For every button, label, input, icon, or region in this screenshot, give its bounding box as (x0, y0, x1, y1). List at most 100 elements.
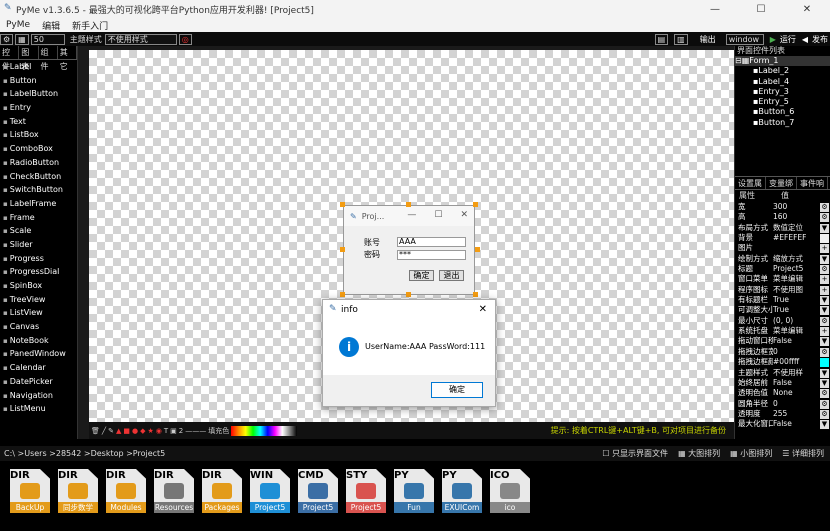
widget-item[interactable]: ▪ Navigation (0, 389, 77, 403)
info-close-button[interactable]: ✕ (479, 304, 487, 315)
property-action-button[interactable]: ▼ (820, 420, 829, 430)
ellipse-icon[interactable]: ● (132, 427, 138, 435)
form-exit-button[interactable]: 退出 (439, 270, 464, 281)
trash-icon[interactable]: 🗑 (91, 427, 100, 435)
property-value[interactable]: 菜单编辑 (773, 326, 820, 336)
property-row[interactable]: 布局方式 数值定位 ▼ (735, 223, 830, 233)
property-row[interactable]: 系统托盘 菜单编辑 + (735, 326, 830, 337)
file-item[interactable]: CMD Project5 (296, 469, 340, 513)
property-action-button[interactable]: ▼ (820, 337, 829, 347)
property-action-button[interactable]: ▼ (820, 296, 829, 306)
form-entry-account[interactable]: AAA (397, 237, 466, 247)
widget-item[interactable]: ▪ Canvas (0, 320, 77, 334)
table-icon[interactable]: ▥ (674, 33, 688, 45)
property-value[interactable]: 不使用样 (773, 368, 820, 378)
tab-charts[interactable]: 图表 (19, 46, 39, 71)
form-entry-password[interactable]: *** (397, 250, 466, 260)
property-action-button[interactable]: ⚙ (820, 213, 829, 223)
widget-item[interactable]: ▪ LabelFrame (0, 197, 77, 211)
widget-item[interactable]: ▪ ListBox (0, 128, 77, 142)
text-icon[interactable]: T (164, 427, 168, 435)
settings-icon[interactable]: ⚙ (0, 33, 14, 45)
property-action-button[interactable]: ▼ (820, 254, 829, 264)
property-action-button[interactable]: + (820, 285, 829, 295)
property-action-button[interactable]: + (820, 275, 829, 285)
details-option[interactable]: ☰ 详细排列 (782, 448, 824, 459)
file-item[interactable]: DIR Packages (200, 469, 244, 513)
property-row[interactable]: 背景 #EFEFEF (735, 233, 830, 244)
tree-root[interactable]: ⊟▦Form_1 (735, 56, 830, 67)
triangle-icon[interactable]: ▲ (116, 427, 121, 435)
tab-variables[interactable]: 变量绑 (766, 177, 797, 189)
property-row[interactable]: 透明度 255 ⚙ (735, 409, 830, 419)
property-row[interactable]: 拖拽边框颜色#00ffff (735, 357, 830, 368)
property-value[interactable]: (0, 0) (773, 316, 820, 326)
widget-item[interactable]: ▪ NoteBook (0, 334, 77, 348)
property-value[interactable]: 缩放方式 (773, 254, 820, 264)
tree-item[interactable]: ▪Label_4 (735, 77, 830, 87)
publish-button[interactable]: 发布 (812, 34, 828, 45)
tree-item[interactable]: ▪Entry_5 (735, 97, 830, 107)
menu-pyme[interactable]: PyMe (6, 20, 30, 30)
tree-item[interactable]: ▪Label_2 (735, 66, 830, 76)
property-row[interactable]: 透明色值 None ⚙ (735, 388, 830, 399)
property-row[interactable]: 宽 300 ⚙ (735, 202, 830, 212)
platform-select[interactable]: window (725, 33, 764, 45)
property-value[interactable]: #00ffff (773, 357, 820, 367)
tab-events[interactable]: 事件响 (797, 177, 828, 189)
property-value[interactable]: True (773, 295, 820, 305)
property-row[interactable]: 可调整大小 True ▼ (735, 305, 830, 316)
property-action-button[interactable]: ⚙ (820, 265, 829, 275)
property-value[interactable]: 菜单编辑 (773, 274, 820, 284)
property-value[interactable]: False (773, 336, 820, 346)
widget-item[interactable]: ▪ Entry (0, 101, 77, 115)
color-swatch[interactable] (820, 234, 829, 244)
rect-icon[interactable]: ■ (123, 427, 130, 435)
property-value[interactable]: #EFEFEF (773, 233, 820, 243)
run-button[interactable]: 运行 (780, 34, 796, 45)
fill-select[interactable]: 填充色 (208, 426, 229, 436)
widget-item[interactable]: ▪ Frame (0, 211, 77, 225)
widget-item[interactable]: ▪ ListMenu (0, 402, 77, 416)
small-icons-option[interactable]: ▦ 小图排列 (730, 448, 772, 459)
line-width-value[interactable]: 2 (179, 427, 183, 435)
color-swatch[interactable] (820, 358, 829, 368)
file-item[interactable]: DIR BackUp (8, 469, 52, 513)
file-item[interactable]: DIR Modules (104, 469, 148, 513)
property-row[interactable]: 最小尺寸 (0, 0) ⚙ (735, 316, 830, 326)
grid-icon[interactable]: ▦ (15, 33, 29, 45)
line-icon[interactable]: ╱ (102, 427, 106, 435)
menu-getting-started[interactable]: 新手入门 (72, 19, 108, 32)
widget-item[interactable]: ▪ Button (0, 74, 77, 88)
file-item[interactable]: STY Project5 (344, 469, 388, 513)
widget-item[interactable]: ▪ CheckButton (0, 170, 77, 184)
tree-item[interactable]: ▪Entry_3 (735, 87, 830, 97)
tab-components[interactable]: 组件 (39, 46, 58, 71)
line-style-select[interactable]: ——— (185, 427, 206, 435)
property-row[interactable]: 有标题栏 True ▼ (735, 295, 830, 306)
property-row[interactable]: 高 160 ⚙ (735, 212, 830, 223)
large-icons-option[interactable]: ▦ 大图排列 (678, 448, 720, 459)
output-button[interactable]: 输出 (700, 34, 716, 45)
path-breadcrumb[interactable]: C:\ >Users >28542 >Desktop >Project5 (4, 449, 165, 458)
menu-edit[interactable]: 编辑 (42, 19, 60, 32)
property-value[interactable]: 255 (773, 409, 820, 419)
property-action-button[interactable]: ⚙ (820, 389, 829, 399)
property-value[interactable]: False (773, 419, 820, 429)
property-action-button[interactable]: ⚙ (820, 316, 829, 326)
widget-item[interactable]: ▪ ProgressDial (0, 265, 77, 279)
tree-item[interactable]: ▪Button_7 (735, 118, 830, 128)
info-ok-button[interactable]: 确定 (431, 382, 483, 398)
property-row[interactable]: 图片 + (735, 243, 830, 254)
file-item[interactable]: PY Fun (392, 469, 436, 513)
property-action-button[interactable]: + (820, 244, 829, 254)
widget-item[interactable]: ▪ Calendar (0, 361, 77, 375)
property-value[interactable]: 0 (773, 347, 820, 357)
property-value[interactable]: 不使用图 (773, 285, 820, 295)
widget-item[interactable]: ▪ TreeView (0, 293, 77, 307)
property-value[interactable]: Project5 (773, 264, 820, 274)
property-row[interactable]: 始终居前 False ▼ (735, 378, 830, 388)
resize-handle[interactable] (406, 292, 411, 297)
widget-item[interactable]: ▪ DatePicker (0, 375, 77, 389)
diamond-icon[interactable]: ◆ (140, 427, 145, 435)
